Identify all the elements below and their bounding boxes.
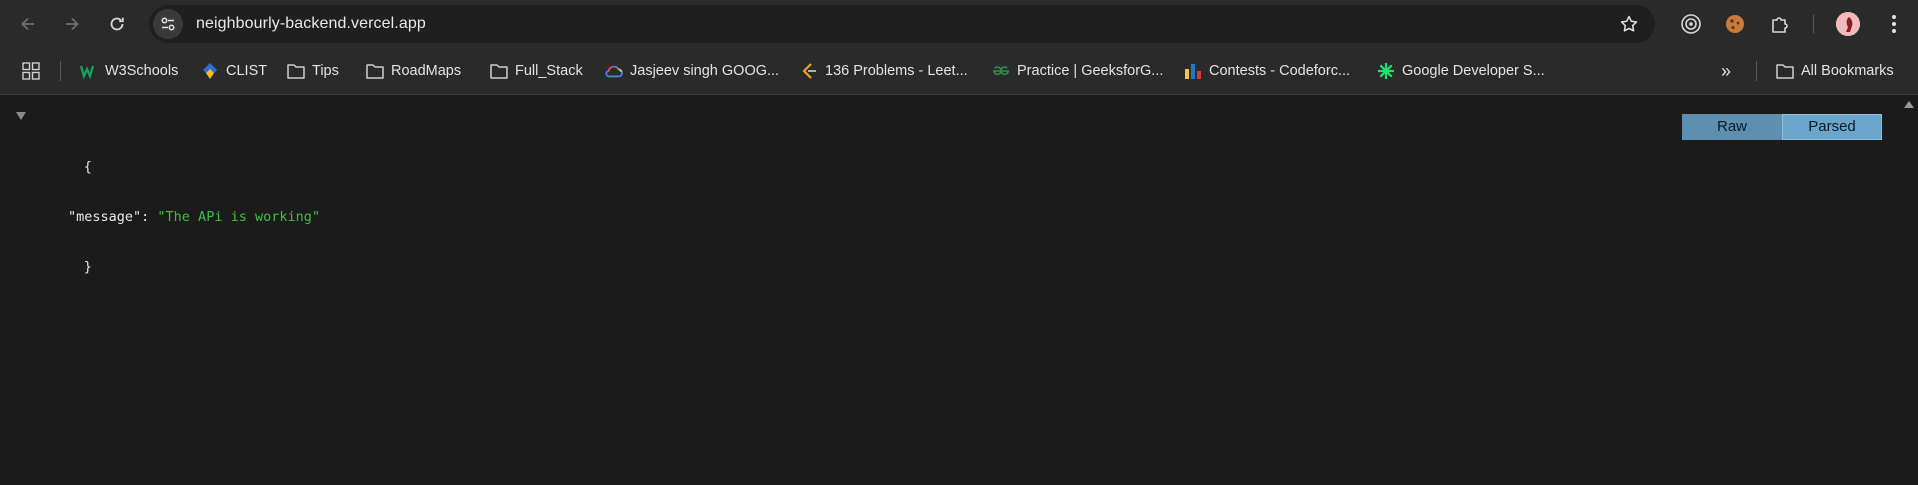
clist-icon xyxy=(201,62,219,80)
extension-button[interactable] xyxy=(1723,12,1747,36)
bookmark-label: Practice | GeeksforG... xyxy=(1017,63,1164,79)
reload-icon xyxy=(110,17,124,31)
page-content: { "message": "The APi is working" } Raw … xyxy=(0,95,1918,485)
bookmark-star-button[interactable] xyxy=(1619,14,1639,39)
chevron-double-right-icon: » xyxy=(1721,60,1732,81)
collapse-toggle-icon[interactable] xyxy=(16,112,26,120)
json-open-brace: { xyxy=(83,159,92,175)
folder-icon xyxy=(490,62,508,80)
bookmark-label: Jasjeev singh GOOG... xyxy=(630,63,780,79)
scrollbar-up-arrow-icon[interactable] xyxy=(1904,101,1914,108)
json-key: "message" xyxy=(68,209,142,225)
folder-icon xyxy=(366,62,384,80)
bookmark-label: 136 Problems - Leet... xyxy=(825,63,968,79)
google-cloud-icon xyxy=(605,62,623,80)
bookmark-geeksforgeeks[interactable]: Practice | GeeksforG... xyxy=(992,60,1163,82)
bookmarks-divider xyxy=(60,61,61,81)
bookmark-folder-full-stack[interactable]: Full_Stack xyxy=(490,60,583,82)
extension-button[interactable] xyxy=(1679,12,1703,36)
json-property: "message": "The APi is working" xyxy=(16,205,320,230)
star-icon xyxy=(1620,15,1638,32)
geeksforgeeks-icon xyxy=(992,62,1010,80)
tune-icon xyxy=(161,17,175,31)
avatar-image xyxy=(1836,12,1860,36)
bookmarks-divider xyxy=(1756,61,1757,81)
raw-button[interactable]: Raw xyxy=(1682,114,1782,140)
bookmark-w3schools[interactable]: W3Schools xyxy=(80,60,178,82)
parsed-button[interactable]: Parsed xyxy=(1782,114,1882,140)
forward-button[interactable] xyxy=(58,10,86,38)
toolbar-divider xyxy=(1813,15,1814,33)
json-viewer: { "message": "The APi is working" } xyxy=(16,105,320,305)
bookmark-label: Full_Stack xyxy=(515,63,583,79)
view-mode-toggle: Raw Parsed xyxy=(1682,114,1882,140)
bookmark-google-developer[interactable]: Google Developer S... xyxy=(1377,60,1545,82)
bookmark-codeforces[interactable]: Contests - Codeforc... xyxy=(1184,60,1350,82)
url-text[interactable]: neighbourly-backend.vercel.app xyxy=(196,15,426,33)
bookmark-label: Google Developer S... xyxy=(1402,63,1545,79)
reload-button[interactable] xyxy=(103,10,131,38)
leetcode-icon xyxy=(800,62,818,80)
all-bookmarks-button[interactable]: All Bookmarks xyxy=(1776,60,1894,82)
json-colon: : xyxy=(141,209,158,225)
bookmark-folder-roadmaps[interactable]: RoadMaps xyxy=(366,60,461,82)
codeforces-icon xyxy=(1184,62,1202,80)
folder-icon xyxy=(1776,62,1794,80)
puzzle-icon xyxy=(1772,17,1788,33)
bookmark-leetcode[interactable]: 136 Problems - Leet... xyxy=(800,60,968,82)
apps-button[interactable] xyxy=(22,60,40,82)
google-developer-icon xyxy=(1377,62,1395,80)
json-string-value: "The APi is working" xyxy=(157,209,320,225)
json-close-brace: } xyxy=(83,259,92,275)
profile-avatar[interactable] xyxy=(1836,12,1860,36)
bookmark-clist[interactable]: CLIST xyxy=(201,60,267,82)
bookmark-folder-tips[interactable]: Tips xyxy=(287,60,339,82)
browser-menu-button[interactable] xyxy=(1882,12,1906,36)
bookmark-label: Tips xyxy=(312,63,339,79)
bookmark-label: RoadMaps xyxy=(391,63,462,79)
arrow-right-icon xyxy=(66,17,79,31)
w3schools-icon xyxy=(80,62,98,80)
arrow-left-icon xyxy=(21,17,34,31)
bookmarks-overflow-button[interactable]: » xyxy=(1721,60,1731,82)
site-info-button[interactable] xyxy=(153,9,183,39)
extensions-menu-button[interactable] xyxy=(1768,12,1792,36)
bookmark-label: CLIST xyxy=(226,63,268,79)
bookmark-label: Contests - Codeforc... xyxy=(1209,63,1351,79)
back-button[interactable] xyxy=(14,10,42,38)
address-bar[interactable]: neighbourly-backend.vercel.app xyxy=(149,5,1655,43)
apps-grid-icon xyxy=(22,62,40,80)
kebab-menu-icon xyxy=(1892,15,1896,33)
browser-toolbar: neighbourly-backend.vercel.app xyxy=(0,0,1918,48)
bookmark-label: W3Schools xyxy=(105,63,179,79)
bookmark-google-cloud[interactable]: Jasjeev singh GOOG... xyxy=(605,60,779,82)
target-icon xyxy=(1681,14,1701,34)
all-bookmarks-label: All Bookmarks xyxy=(1801,63,1894,79)
bookmarks-bar: W3Schools CLIST Tips RoadMaps Full_Stack… xyxy=(0,48,1918,95)
folder-icon xyxy=(287,62,305,80)
cookie-icon xyxy=(1726,15,1744,33)
